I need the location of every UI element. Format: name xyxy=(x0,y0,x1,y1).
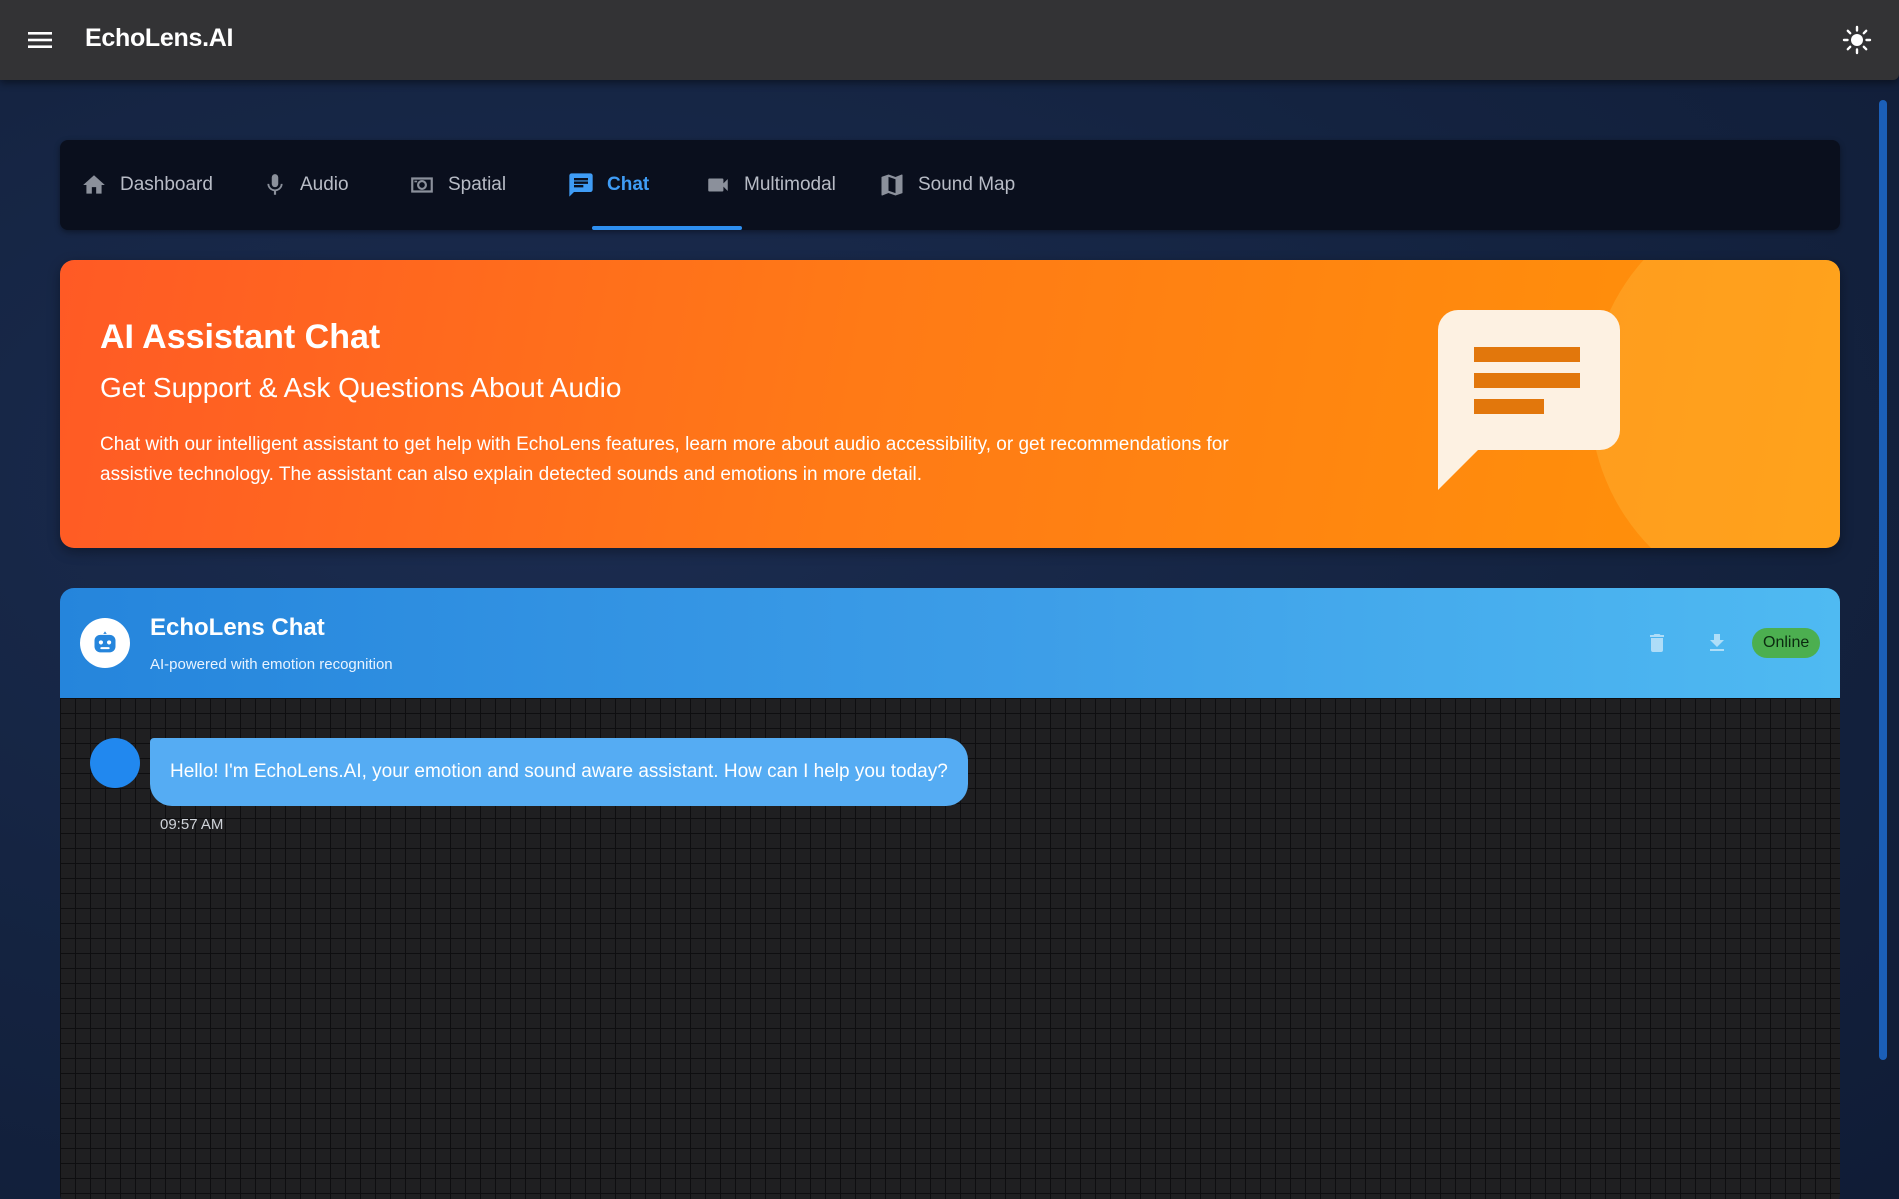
tab-sound-map[interactable]: Sound Map xyxy=(878,140,1015,230)
clear-chat-button[interactable] xyxy=(1640,626,1674,660)
tab-label: Chat xyxy=(607,174,650,195)
tab-dashboard[interactable]: Dashboard xyxy=(80,140,213,230)
tab-label: Sound Map xyxy=(918,174,1016,195)
download-chat-button[interactable] xyxy=(1700,626,1734,660)
app-title: EchoLens.AI xyxy=(85,24,234,52)
trash-icon xyxy=(1650,634,1664,652)
message-timestamp: 09:57 AM xyxy=(160,816,224,833)
chat-subtitle: AI-powered with emotion recognition xyxy=(150,656,393,673)
tab-spatial[interactable]: Spatial xyxy=(408,140,506,230)
theme-toggle-button[interactable] xyxy=(1839,22,1875,58)
bot-avatar xyxy=(80,618,130,668)
main-tabs: Dashboard Audio Spatial Chat Multimodal … xyxy=(60,140,1840,230)
tab-audio[interactable]: Audio xyxy=(262,140,349,230)
hero-subtitle: Get Support & Ask Questions About Audio xyxy=(100,372,622,403)
tab-label: Dashboard xyxy=(120,174,213,195)
home-icon xyxy=(83,175,105,194)
sun-icon xyxy=(1842,25,1872,55)
mic-icon xyxy=(267,174,283,195)
tab-chat[interactable]: Chat xyxy=(567,140,649,230)
tab-label: Multimodal xyxy=(744,174,836,195)
chat-header: EchoLens Chat AI-powered with emotion re… xyxy=(60,588,1840,698)
chat-messages[interactable]: Hello! I'm EchoLens.AI, your emotion and… xyxy=(60,698,1840,1199)
map-icon xyxy=(881,174,903,196)
status-badge: Online xyxy=(1752,628,1821,658)
chat-title: EchoLens Chat xyxy=(150,614,325,641)
hero-banner: AI Assistant Chat Get Support & Ask Ques… xyxy=(60,260,1840,548)
menu-icon xyxy=(28,32,52,48)
hero-title: AI Assistant Chat xyxy=(100,318,381,356)
menu-button[interactable] xyxy=(24,26,56,54)
app-bar: EchoLens.AI xyxy=(0,0,1899,80)
assistant-avatar xyxy=(90,738,140,788)
videocam-icon xyxy=(708,178,728,192)
chat-panel: EchoLens Chat AI-powered with emotion re… xyxy=(60,588,1840,1199)
hero-decoration xyxy=(1590,260,1840,548)
active-tab-indicator xyxy=(592,226,742,230)
robot-icon xyxy=(94,631,116,653)
tab-label: Spatial xyxy=(448,174,507,195)
chat-bubble-icon xyxy=(1438,310,1620,490)
chat-icon xyxy=(569,173,593,197)
page-scrollbar[interactable] xyxy=(1879,100,1887,1060)
tab-label: Audio xyxy=(300,174,349,195)
assistant-message: Hello! I'm EchoLens.AI, your emotion and… xyxy=(150,738,968,806)
tab-multimodal[interactable]: Multimodal xyxy=(704,140,836,230)
download-icon xyxy=(1710,634,1724,651)
camera-icon xyxy=(411,177,433,193)
hero-description: Chat with our intelligent assistant to g… xyxy=(100,434,1229,485)
